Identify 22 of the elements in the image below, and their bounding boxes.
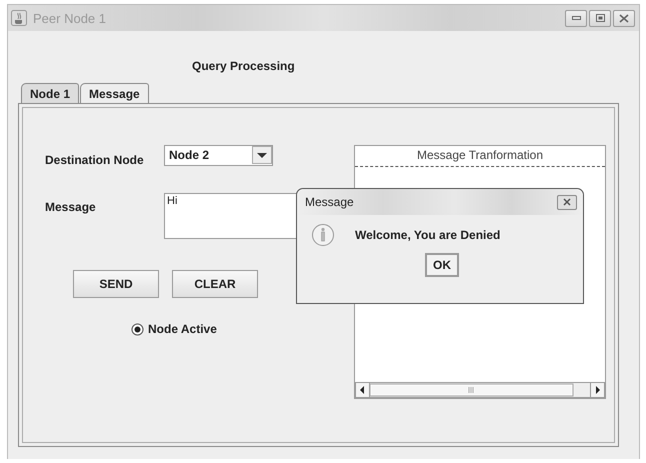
maximize-icon [596,14,604,22]
destination-dropdown[interactable]: Node 2 [164,145,273,166]
dialog-message: Welcome, You are Denied [355,228,500,242]
heading-label: Query Processing [192,59,296,75]
close-button[interactable] [613,10,635,26]
close-icon [619,14,629,22]
minimize-icon [572,16,580,20]
minimize-button[interactable] [565,10,587,26]
info-icon [311,223,335,247]
coffee-cup-icon [11,10,27,26]
panel-title: Message Tranformation [355,146,605,167]
window-title: Peer Node 1 [33,10,107,26]
action-button[interactable]: CLEAR [172,270,258,298]
destination-label: Destination Node [45,153,145,167]
maximize-button[interactable] [589,10,611,26]
close-button[interactable] [557,194,577,210]
action-button[interactable]: SEND [73,270,159,298]
tab[interactable]: Node 1 [21,83,80,103]
ok-button[interactable]: OK [425,253,459,277]
node-active-radio[interactable]: Node Active [131,322,217,336]
message-label: Message [45,200,97,214]
tab[interactable]: Message [80,83,149,103]
